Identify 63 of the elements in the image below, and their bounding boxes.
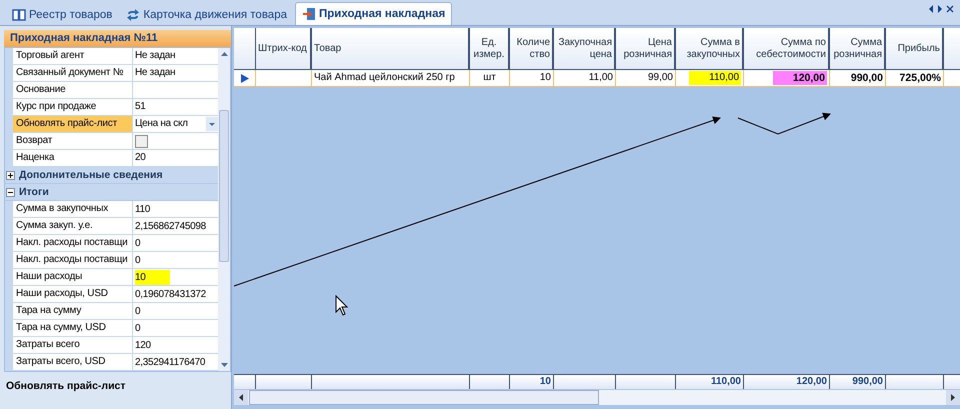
table-cell: 10 — [540, 71, 551, 85]
book-icon — [12, 8, 26, 20]
total-cell: 990,00 — [852, 376, 883, 387]
property-label[interactable]: Затраты всего — [5, 337, 133, 353]
property-value[interactable]: 2,156862745098 — [135, 218, 206, 234]
panel-title: Приходная накладная №11 — [4, 30, 231, 47]
property-value[interactable]: Не задан — [135, 48, 176, 64]
category-label: Дополнительные сведения — [19, 169, 163, 181]
table-cell: 11,00 — [588, 71, 613, 85]
total-cell: 120,00 — [796, 376, 827, 387]
property-label[interactable]: Основание — [5, 82, 133, 98]
scrollbar[interactable] — [234, 389, 960, 405]
property-label[interactable]: Наши расходы, USD — [5, 286, 133, 302]
tab[interactable]: Карточка движения товара — [120, 4, 293, 25]
dropdown-caret-icon[interactable] — [206, 117, 218, 131]
table-cell: 990,00 — [850, 71, 883, 85]
description-title: Обновлять прайс-лист — [5, 379, 127, 394]
property-value[interactable]: 51 — [135, 99, 146, 115]
property-value[interactable]: 0 — [135, 320, 140, 336]
document-arrow-icon — [302, 7, 316, 21]
table-cell: Чай Ahmad цейлонский 250 гр — [314, 71, 455, 85]
property-value[interactable]: 10 — [135, 270, 170, 284]
scroll-right-icon[interactable] — [946, 390, 960, 405]
expand-toggle-icon[interactable] — [6, 188, 15, 196]
total-cell: 110,00 — [710, 376, 741, 387]
table-cell: шт — [483, 71, 496, 85]
property-value[interactable]: Не задан — [135, 65, 176, 81]
table-row[interactable]: Чай Ahmad цейлонский 250 гр шт 10 11,00 99,00 110,00 120,00 990,00 725,00% — [234, 69, 960, 87]
mouse-cursor-icon — [336, 294, 348, 316]
property-label[interactable]: Затраты всего, USD — [5, 354, 133, 370]
table-cell: 110,00 — [689, 71, 741, 85]
scroll-left-icon[interactable] — [234, 390, 248, 405]
property-value[interactable]: 0 — [135, 252, 140, 268]
dropdown-field[interactable]: Цена на скл — [135, 116, 218, 132]
property-label[interactable]: Тара на сумму, USD — [5, 320, 133, 336]
property-label[interactable]: Обновлять прайс-лист — [5, 116, 133, 132]
property-label[interactable]: Торговый агент — [5, 48, 133, 64]
expand-toggle-icon[interactable] — [6, 170, 15, 180]
scrollbar[interactable] — [218, 48, 230, 371]
total-cell: 10 — [540, 376, 551, 387]
property-value[interactable]: 110 — [135, 202, 150, 216]
tab-navigation-icon[interactable] — [928, 5, 954, 13]
refresh-arrows-icon — [126, 8, 140, 20]
category-label: Итоги — [19, 186, 49, 198]
tab[interactable]: Реестр товаров — [6, 4, 118, 25]
table-cell: 120,00 — [772, 71, 827, 85]
checkbox[interactable] — [135, 134, 148, 148]
property-value[interactable]: 2,352941176470 — [135, 354, 206, 370]
property-value[interactable]: 0 — [135, 236, 140, 250]
scroll-thumb[interactable] — [249, 390, 599, 405]
property-label[interactable]: Накл. расходы поставщи — [5, 235, 133, 251]
table-cell: 99,00 — [648, 71, 673, 85]
tab[interactable]: Приходная накладная — [295, 2, 452, 25]
property-label[interactable]: Связанный документ № — [5, 65, 133, 81]
property-value[interactable]: 120 — [135, 338, 151, 352]
property-label[interactable]: Сумма в закупочных — [5, 201, 133, 217]
property-label[interactable]: Тара на сумму — [5, 303, 133, 319]
property-value[interactable]: 20 — [135, 150, 146, 166]
current-row-icon — [240, 74, 249, 82]
property-value[interactable]: 0,196078431372 — [135, 286, 206, 302]
property-label[interactable]: Сумма закуп. у.е. — [5, 218, 133, 234]
property-value[interactable]: 0 — [135, 304, 140, 318]
table-cell: 725,00% — [900, 71, 941, 85]
